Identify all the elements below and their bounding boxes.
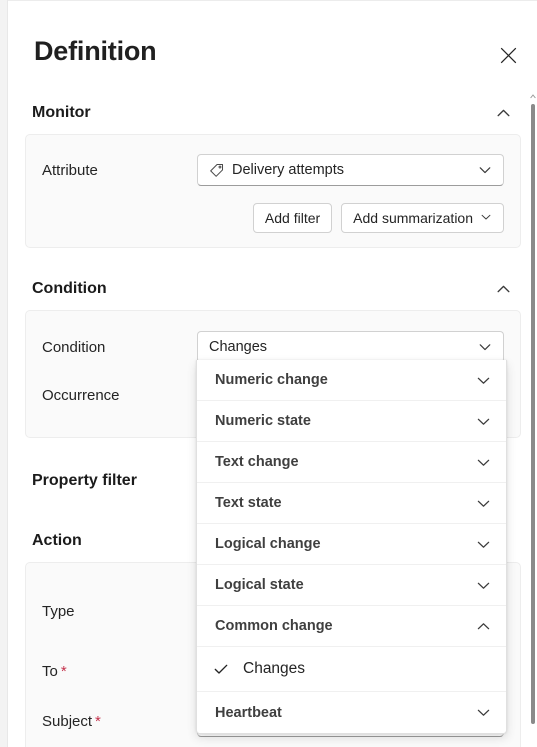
action-subject-label: Subject * [42,713,197,730]
attribute-value: Delivery attempts [232,162,345,178]
attribute-combobox[interactable]: Delivery attempts [197,154,504,186]
chevron-down-icon[interactable] [474,578,492,593]
dropdown-option-changes[interactable]: Changes [197,647,506,692]
add-filter-label: Add filter [264,210,321,226]
condition-combobox[interactable]: Changes [197,331,504,363]
section-header-monitor[interactable]: Monitor [32,92,514,134]
condition-label: Condition [42,338,106,356]
condition-value: Changes [209,339,268,355]
chevron-down-icon[interactable] [474,455,492,470]
action-subject-text: Subject [42,712,93,730]
chevron-up-icon[interactable] [474,619,492,634]
definition-panel: Definition Monitor Attribute Delivery at… [7,0,537,747]
dropdown-group-heartbeat[interactable]: Heartbeat [197,692,506,733]
action-to-text: To [42,662,58,680]
chevron-down-icon[interactable] [474,705,492,720]
dropdown-group-label: Logical state [215,577,304,593]
dropdown-group-text-state[interactable]: Text state [197,483,506,524]
dropdown-group-numeric-change[interactable]: Numeric change [197,360,506,401]
tag-icon [209,163,224,178]
dropdown-group-numeric-state[interactable]: Numeric state [197,401,506,442]
attribute-label: Attribute [42,161,98,179]
dropdown-group-logical-state[interactable]: Logical state [197,565,506,606]
chevron-down-icon[interactable] [474,537,492,552]
chevron-down-icon[interactable] [476,340,494,354]
dropdown-group-logical-change[interactable]: Logical change [197,524,506,565]
close-icon [500,47,517,64]
dropdown-group-label: Numeric state [215,413,311,429]
required-marker: * [60,662,67,680]
dropdown-group-label: Numeric change [215,372,328,388]
action-type-label: Type [42,602,75,620]
monitor-button-row: Add filter Add summarization [42,203,504,233]
section-title-property-filter: Property filter [32,472,137,489]
attribute-row: Attribute Delivery attempts [42,147,504,193]
dropdown-group-label: Text state [215,495,282,511]
dropdown-group-label: Common change [215,618,333,634]
chevron-down-icon[interactable] [474,373,492,388]
section-title-condition: Condition [32,280,107,297]
section-title-action: Action [32,532,82,549]
dropdown-group-text-change[interactable]: Text change [197,442,506,483]
chevron-down-icon[interactable] [474,496,492,511]
section-title-monitor: Monitor [32,104,91,121]
section-header-condition[interactable]: Condition [32,268,514,310]
chevron-up-icon[interactable] [492,102,514,124]
page-title: Definition [34,36,157,66]
action-to-label: To * [42,663,197,680]
add-summarization-button[interactable]: Add summarization [341,203,504,233]
dropdown-group-label: Heartbeat [215,704,282,721]
occurrence-label: Occurrence [42,386,120,404]
monitor-card: Attribute Delivery attempts Add filter A… [25,134,521,248]
add-summarization-label: Add summarization [353,210,473,226]
chevron-down-icon[interactable] [476,163,494,177]
chevron-down-icon [480,210,492,226]
condition-dropdown-menu: Numeric change Numeric state Text change… [196,360,507,734]
chevron-up-icon[interactable] [492,278,514,300]
vertical-scrollbar-thumb[interactable] [531,104,535,724]
chevron-down-icon[interactable] [474,414,492,429]
panel-header: Definition [8,0,537,92]
dropdown-group-common-change[interactable]: Common change [197,606,506,647]
dropdown-option-label: Changes [243,660,306,677]
add-filter-button[interactable]: Add filter [252,203,333,233]
scrollbar-up-arrow-icon[interactable] [530,93,536,100]
required-marker: * [95,712,101,730]
dropdown-group-label: Logical change [215,536,321,552]
dropdown-group-label: Text change [215,454,299,470]
checkmark-icon [213,661,235,677]
close-button[interactable] [491,38,525,72]
